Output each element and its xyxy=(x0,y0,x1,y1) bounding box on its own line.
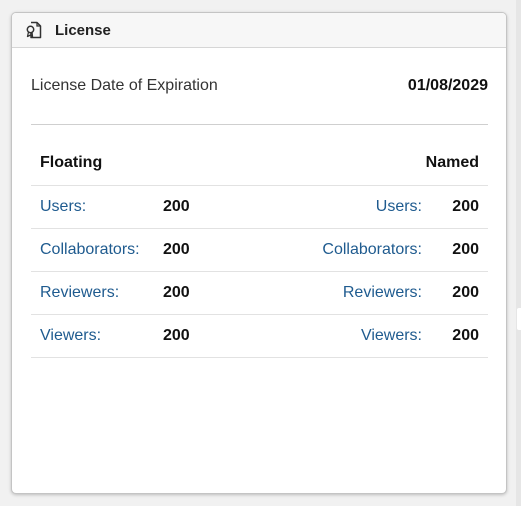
floating-collaborators-link[interactable]: Collaborators: xyxy=(40,241,140,259)
named-viewers-link[interactable]: Viewers: xyxy=(361,327,422,345)
table-row-reviewers: Reviewers: 200 Reviewers: 200 xyxy=(31,272,488,315)
named-collaborators-count: 200 xyxy=(452,241,479,258)
floating-header: Floating xyxy=(40,154,103,171)
named-collaborators-link[interactable]: Collaborators: xyxy=(322,241,422,259)
expiration-row: License Date of Expiration 01/08/2029 xyxy=(31,48,488,125)
table-header-row: Floating Named xyxy=(31,141,488,186)
card-title: License xyxy=(55,21,111,39)
named-users-count: 200 xyxy=(452,198,479,215)
named-header: Named xyxy=(425,154,479,171)
card-header: License xyxy=(12,13,506,48)
floating-viewers-count: 200 xyxy=(163,327,190,344)
table-row-viewers: Viewers: 200 Viewers: 200 xyxy=(31,315,488,358)
card-body: License Date of Expiration 01/08/2029 Fl… xyxy=(12,48,506,358)
named-users-link[interactable]: Users: xyxy=(376,198,422,216)
floating-users-count: 200 xyxy=(163,198,190,215)
license-table: Floating Named Users: 200 Users: 200 Col… xyxy=(31,141,488,358)
license-card: License License Date of Expiration 01/08… xyxy=(11,12,507,494)
named-reviewers-count: 200 xyxy=(452,284,479,301)
floating-users-link[interactable]: Users: xyxy=(40,198,86,216)
named-viewers-count: 200 xyxy=(452,327,479,344)
table-row-users: Users: 200 Users: 200 xyxy=(31,186,488,229)
expiration-date: 01/08/2029 xyxy=(407,77,488,94)
expiration-label: License Date of Expiration xyxy=(31,77,218,94)
right-edge-panel xyxy=(516,0,521,506)
floating-collaborators-count: 200 xyxy=(163,241,190,258)
floating-reviewers-link[interactable]: Reviewers: xyxy=(40,284,119,302)
floating-reviewers-count: 200 xyxy=(163,284,190,301)
floating-viewers-link[interactable]: Viewers: xyxy=(40,327,101,345)
table-row-collaborators: Collaborators: 200 Collaborators: 200 xyxy=(31,229,488,272)
license-certificate-icon xyxy=(25,21,43,39)
right-edge-tab xyxy=(517,308,521,330)
named-reviewers-link[interactable]: Reviewers: xyxy=(343,284,422,302)
